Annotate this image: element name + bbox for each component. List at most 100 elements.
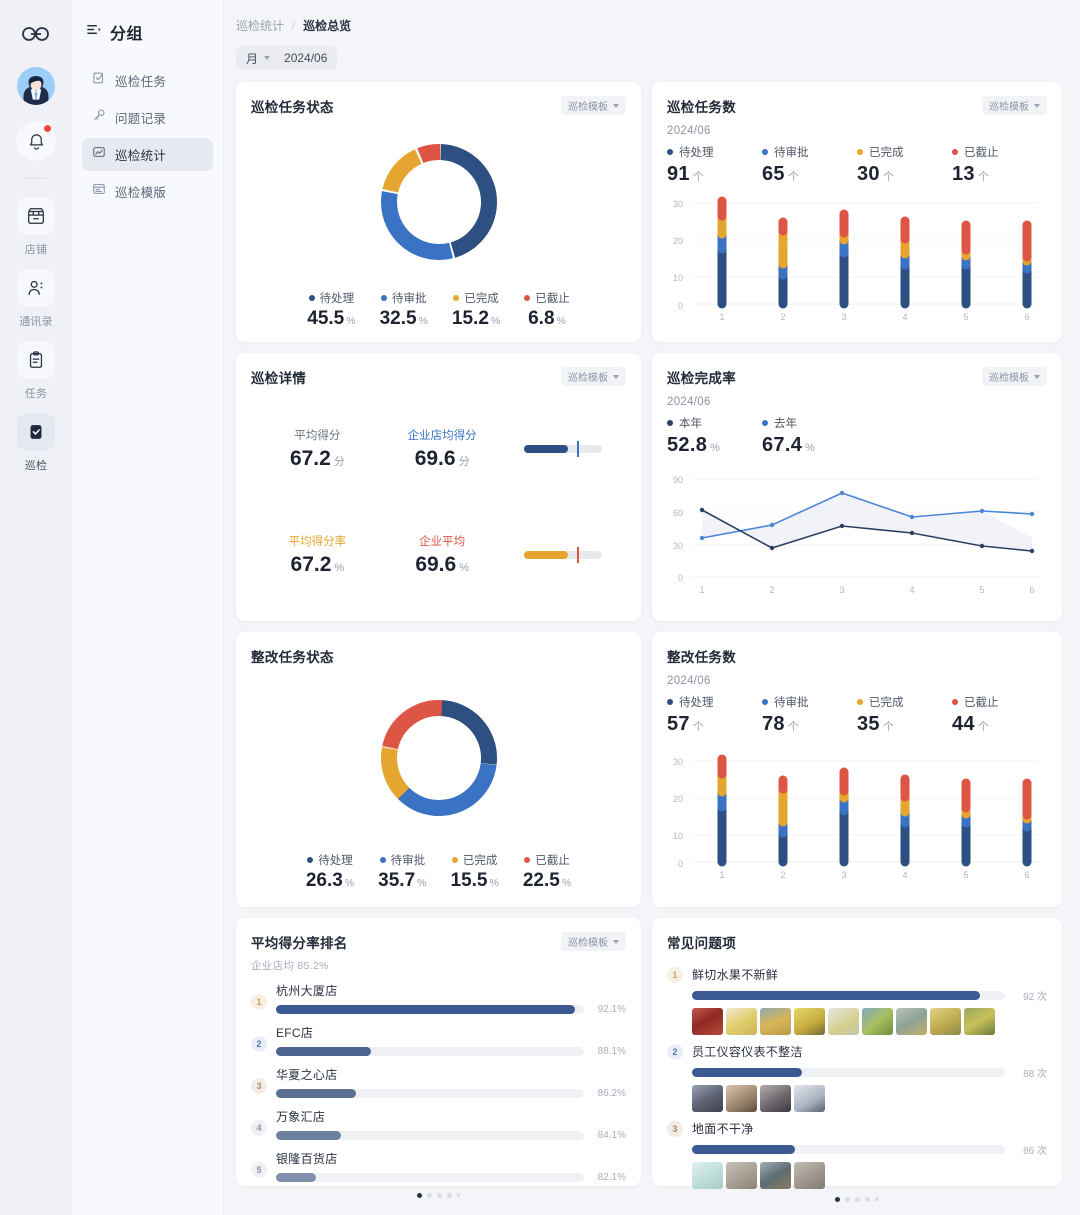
svg-text:5: 5 [963, 870, 968, 880]
thumbnail-image[interactable] [726, 1162, 757, 1189]
notifications-button[interactable] [16, 121, 56, 161]
page-dot[interactable] [855, 1197, 861, 1202]
legend-dot [762, 149, 768, 155]
thumbnail-image[interactable] [930, 1008, 961, 1035]
rail-item-tasks[interactable]: 任务 [17, 341, 55, 401]
thumbnail-image[interactable] [692, 1008, 723, 1035]
nav-item-issue-record[interactable]: 问题记录 [82, 101, 213, 134]
rank-item[interactable]: 2 EFC店 88.1% [251, 1024, 626, 1057]
rank-item[interactable]: 4 万象汇店 84.1% [251, 1108, 626, 1141]
issue-item[interactable]: 2 员工仪容仪表不整洁 88 次 [667, 1043, 1047, 1112]
rank-badge: 4 [251, 1120, 267, 1136]
legend-label: 待审批 [390, 855, 426, 867]
issue-name: 地面不干净 [692, 1122, 754, 1136]
page-dot[interactable] [865, 1197, 871, 1202]
metric-value: 30 [857, 163, 880, 185]
thumbnail-image[interactable] [692, 1162, 723, 1189]
rank-store-name: 华夏之心店 [276, 1068, 338, 1082]
nav-item-inspection-task[interactable]: 巡检任务 [82, 64, 213, 97]
card-header: 巡检详情 巡检模板 [251, 367, 626, 387]
thumbnail-image[interactable] [760, 1085, 791, 1112]
ranking-subtitle: 企业店均 85.2% [251, 960, 329, 972]
rail-item-contacts[interactable]: 通讯录 [17, 269, 55, 329]
issue-item[interactable]: 3 地面不干净 86 次 [667, 1120, 1047, 1189]
nav-panel: 分组 巡检任务 问题记录 巡检统计 巡检模版 [72, 0, 224, 1215]
svg-text:3: 3 [841, 312, 846, 322]
nav-item-label: 巡检统计 [115, 149, 167, 163]
template-dropdown[interactable]: 巡检模板 [982, 96, 1047, 115]
detail-value: 69.6 [415, 553, 457, 576]
rail-item-store[interactable]: 店铺 [17, 197, 55, 257]
rank-bar-track [276, 1005, 584, 1014]
legend-dot [952, 149, 958, 155]
thumbnail-image[interactable] [692, 1085, 723, 1112]
period-label: 月 [246, 51, 259, 66]
list-icon[interactable] [86, 22, 101, 42]
thumbnail-image[interactable] [896, 1008, 927, 1035]
metric-item: 待审批 78 个 [762, 694, 857, 736]
period-date-filter[interactable]: 月 2024/06 [236, 46, 338, 70]
legend-dot [524, 857, 531, 863]
chevron-down-icon [613, 103, 619, 108]
svg-text:4: 4 [902, 312, 907, 322]
thumbnail-image[interactable] [794, 1085, 825, 1112]
thumbnail-image[interactable] [862, 1008, 893, 1035]
thumbnail-image[interactable] [794, 1008, 825, 1035]
thumbnail-image[interactable] [760, 1162, 791, 1189]
legend-dot [667, 420, 673, 426]
card-title: 巡检详情 [251, 371, 307, 386]
issue-rank-badge: 3 [667, 1121, 683, 1137]
page-dot[interactable] [426, 1193, 432, 1198]
chevron-down-icon [1034, 103, 1040, 108]
legend-value: 15.5 [450, 870, 488, 891]
template-dropdown[interactable]: 巡检模板 [982, 367, 1047, 386]
template-dropdown[interactable]: 巡检模板 [561, 932, 626, 951]
pagination-dots[interactable] [251, 1193, 626, 1198]
page-dot[interactable] [875, 1197, 879, 1201]
thumbnail-image[interactable] [726, 1008, 757, 1035]
rank-item[interactable]: 5 银隆百货店 82.1% [251, 1150, 626, 1183]
page-dot[interactable] [446, 1193, 452, 1198]
nav-item-inspection-template[interactable]: 巡检模版 [82, 175, 213, 208]
page-dot[interactable] [835, 1197, 841, 1202]
page-dot[interactable] [436, 1193, 442, 1198]
legend-dot [667, 699, 673, 705]
page-dot[interactable] [416, 1193, 422, 1198]
template-dropdown-label: 巡检模板 [989, 102, 1029, 113]
template-dropdown-label: 巡检模板 [568, 373, 608, 384]
issue-count: 88 次 [1023, 1069, 1047, 1080]
thumbnail-image[interactable] [828, 1008, 859, 1035]
metric-unit: 个 [692, 721, 705, 733]
rail-label: 任务 [24, 388, 48, 400]
issue-item[interactable]: 1 鲜切水果不新鲜 92 次 [667, 966, 1047, 1035]
user-avatar[interactable] [17, 67, 55, 105]
legend-value: 22.5 [522, 870, 560, 891]
thumbnail-image[interactable] [760, 1008, 791, 1035]
svg-text:1: 1 [699, 585, 704, 595]
template-dropdown-label: 巡检模板 [989, 373, 1029, 384]
nav-item-inspection-stats[interactable]: 巡检统计 [82, 138, 213, 171]
detail-unit: % [459, 562, 469, 574]
metric-item: 已完成 30 个 [857, 144, 952, 186]
metric-item: 待处理 91 个 [667, 144, 762, 186]
page-dot[interactable] [845, 1197, 851, 1202]
thumbnail-image[interactable] [726, 1085, 757, 1112]
rank-bar-fill [276, 1131, 341, 1140]
template-dropdown[interactable]: 巡检模板 [561, 367, 626, 386]
rail-item-inspection[interactable]: 巡检 [17, 413, 55, 473]
card-title: 巡检任务数 [667, 100, 736, 115]
issue-bar-fill [692, 991, 980, 1000]
rank-bar-fill [276, 1005, 575, 1014]
thumbnail-image[interactable] [794, 1162, 825, 1189]
rank-item[interactable]: 1 杭州大厦店 92.1% [251, 982, 626, 1015]
breadcrumb-parent[interactable]: 巡检统计 [236, 17, 284, 34]
rank-percent: 86.2% [597, 1088, 626, 1099]
metric-label: 已截止 [964, 147, 999, 159]
thumbnail-image[interactable] [964, 1008, 995, 1035]
pagination-dots[interactable] [667, 1197, 1047, 1202]
template-dropdown[interactable]: 巡检模板 [561, 96, 626, 115]
rank-item[interactable]: 3 华夏之心店 86.2% [251, 1066, 626, 1099]
svg-text:2: 2 [780, 870, 785, 880]
page-dot[interactable] [456, 1193, 461, 1197]
svg-text:0: 0 [678, 859, 683, 869]
